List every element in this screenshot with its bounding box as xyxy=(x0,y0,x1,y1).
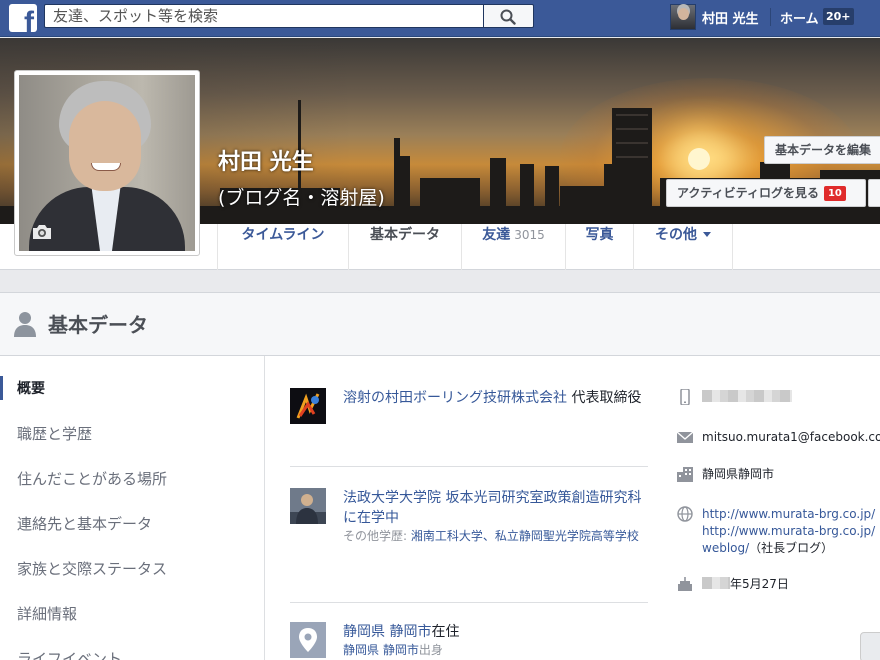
top-navigation-bar: f 村田 光生 ホーム 20+ xyxy=(0,0,880,37)
education-text: 法政大学大学院 坂本光司研究室政策創造研究科に在学中 その他学歴: 湘南工科大学… xyxy=(343,488,648,544)
photo-face xyxy=(69,101,141,191)
birthday-cake-icon xyxy=(678,577,692,591)
activity-log-label: アクティビティログを見る xyxy=(677,186,819,200)
phone-number-masked xyxy=(702,389,792,406)
places-entry: 静岡県 静岡市在住 静岡県 静岡市出身 xyxy=(290,622,650,660)
work-entry: 溶射の村田ボーリング技研株式会社 代表取締役 xyxy=(290,388,650,438)
camera-icon[interactable] xyxy=(31,223,53,241)
profile-name[interactable]: 村田 光生 xyxy=(218,144,314,176)
search-button[interactable] xyxy=(484,4,534,28)
active-nav-indicator xyxy=(0,376,3,400)
nav-work-education[interactable]: 職歴と学歴 xyxy=(17,423,92,444)
nav-details[interactable]: 詳細情報 xyxy=(17,603,77,624)
school-photo-icon[interactable] xyxy=(290,488,326,524)
places-text: 静岡県 静岡市在住 静岡県 静岡市出身 xyxy=(343,622,648,658)
company-link[interactable]: 溶射の村田ボーリング技研株式会社 xyxy=(343,390,567,406)
nav-divider xyxy=(770,8,771,26)
website-note: （社長ブログ） xyxy=(749,541,834,555)
birthday: 年5月27日 xyxy=(702,576,789,593)
cover-more-button[interactable] xyxy=(868,179,880,207)
edit-profile-button[interactable]: 基本データを編集 xyxy=(764,136,880,164)
about-content: 概要 職歴と学歴 住んだことがある場所 連絡先と基本データ 家族と交際ステータス… xyxy=(0,356,880,660)
profile-alternate-name: (ブログ名・溶射屋) xyxy=(218,187,385,209)
tab-photos[interactable]: 写真 xyxy=(565,224,633,270)
person-icon xyxy=(14,312,36,337)
photo-smile xyxy=(91,163,121,171)
activity-count-badge: 10 xyxy=(823,186,846,201)
company-logo-icon[interactable] xyxy=(290,388,326,424)
work-text: 溶射の村田ボーリング技研株式会社 代表取締役 xyxy=(343,388,648,408)
birthday-date: 年5月27日 xyxy=(730,577,789,591)
current-pref-link[interactable]: 静岡県 xyxy=(343,624,385,640)
other-education-prefix: その他学歴: xyxy=(343,529,408,543)
activity-log-button[interactable]: アクティビティログを見る 10 xyxy=(666,179,866,207)
tab-more[interactable]: その他 xyxy=(633,224,733,270)
current-suffix: 在住 xyxy=(431,624,460,640)
nav-overview[interactable]: 概要 xyxy=(17,378,45,398)
nav-contact-basic-info[interactable]: 連絡先と基本データ xyxy=(17,513,152,534)
websites: http://www.murata-brg.co.jp/ http://www.… xyxy=(702,506,875,557)
about-section-header: 基本データ xyxy=(0,292,880,356)
school-link[interactable]: 法政大学大学院 坂本光司研究室政策創造研究科に在学中 xyxy=(343,488,648,528)
facebook-logo-icon[interactable]: f xyxy=(9,4,37,32)
tab-more-label: その他 xyxy=(655,227,697,243)
other-education: その他学歴: 湘南工科大学、私立静岡聖光学院高等学校 xyxy=(343,528,648,544)
notification-badge[interactable]: 20+ xyxy=(823,8,854,25)
tab-friends-label: 友達 xyxy=(482,227,511,243)
nav-profile-name[interactable]: 村田 光生 xyxy=(702,8,759,27)
origin-pref-link[interactable]: 静岡県 xyxy=(343,643,379,657)
origin-city-link[interactable]: 静岡市 xyxy=(383,643,419,657)
job-title: 代表取締役 xyxy=(571,390,642,406)
nav-family-relationships[interactable]: 家族と交際ステータス xyxy=(17,558,167,579)
website-link-2-cont[interactable]: weblog/ xyxy=(702,541,749,555)
location-pin-icon xyxy=(290,622,326,658)
address: 静岡県静岡市 xyxy=(702,467,775,481)
building-icon xyxy=(677,467,693,482)
nav-home-link[interactable]: ホーム xyxy=(780,8,819,27)
profile-photo xyxy=(19,75,195,251)
tab-friends[interactable]: 友達 3015 xyxy=(461,224,565,270)
nav-places-lived[interactable]: 住んだことがある場所 xyxy=(17,468,167,489)
other-schools-link[interactable]: 湘南工科大学、私立静岡聖光学院高等学校 xyxy=(411,529,639,543)
nav-avatar[interactable] xyxy=(670,4,696,30)
email-address: mitsuo.murata1@facebook.com xyxy=(702,430,880,444)
chevron-down-icon xyxy=(703,232,711,237)
website-link-2[interactable]: http://www.murata-brg.co.jp/ xyxy=(702,523,875,540)
current-city-link[interactable]: 静岡市 xyxy=(389,624,431,640)
origin-suffix: 出身 xyxy=(418,643,443,657)
friend-count: 3015 xyxy=(514,228,545,242)
email-icon xyxy=(676,431,694,443)
website-link-1[interactable]: http://www.murata-brg.co.jp/ xyxy=(702,506,875,523)
profile-picture[interactable] xyxy=(14,70,200,256)
nav-life-events[interactable]: ライフイベント xyxy=(17,648,122,660)
tab-timeline[interactable]: タイムライン xyxy=(217,224,348,270)
about-side-nav: 概要 職歴と学歴 住んだことがある場所 連絡先と基本データ 家族と交際ステータス… xyxy=(0,356,265,660)
tab-about[interactable]: 基本データ xyxy=(348,224,461,270)
divider xyxy=(290,602,648,603)
globe-icon xyxy=(677,506,693,522)
help-button[interactable] xyxy=(860,632,880,660)
about-title: 基本データ xyxy=(48,313,148,337)
search-input[interactable] xyxy=(44,4,484,28)
education-entry: 法政大学大学院 坂本光司研究室政策創造研究科に在学中 その他学歴: 湘南工科大学… xyxy=(290,488,650,568)
phone-icon xyxy=(680,389,690,405)
search-icon xyxy=(500,9,516,25)
divider xyxy=(290,466,648,467)
